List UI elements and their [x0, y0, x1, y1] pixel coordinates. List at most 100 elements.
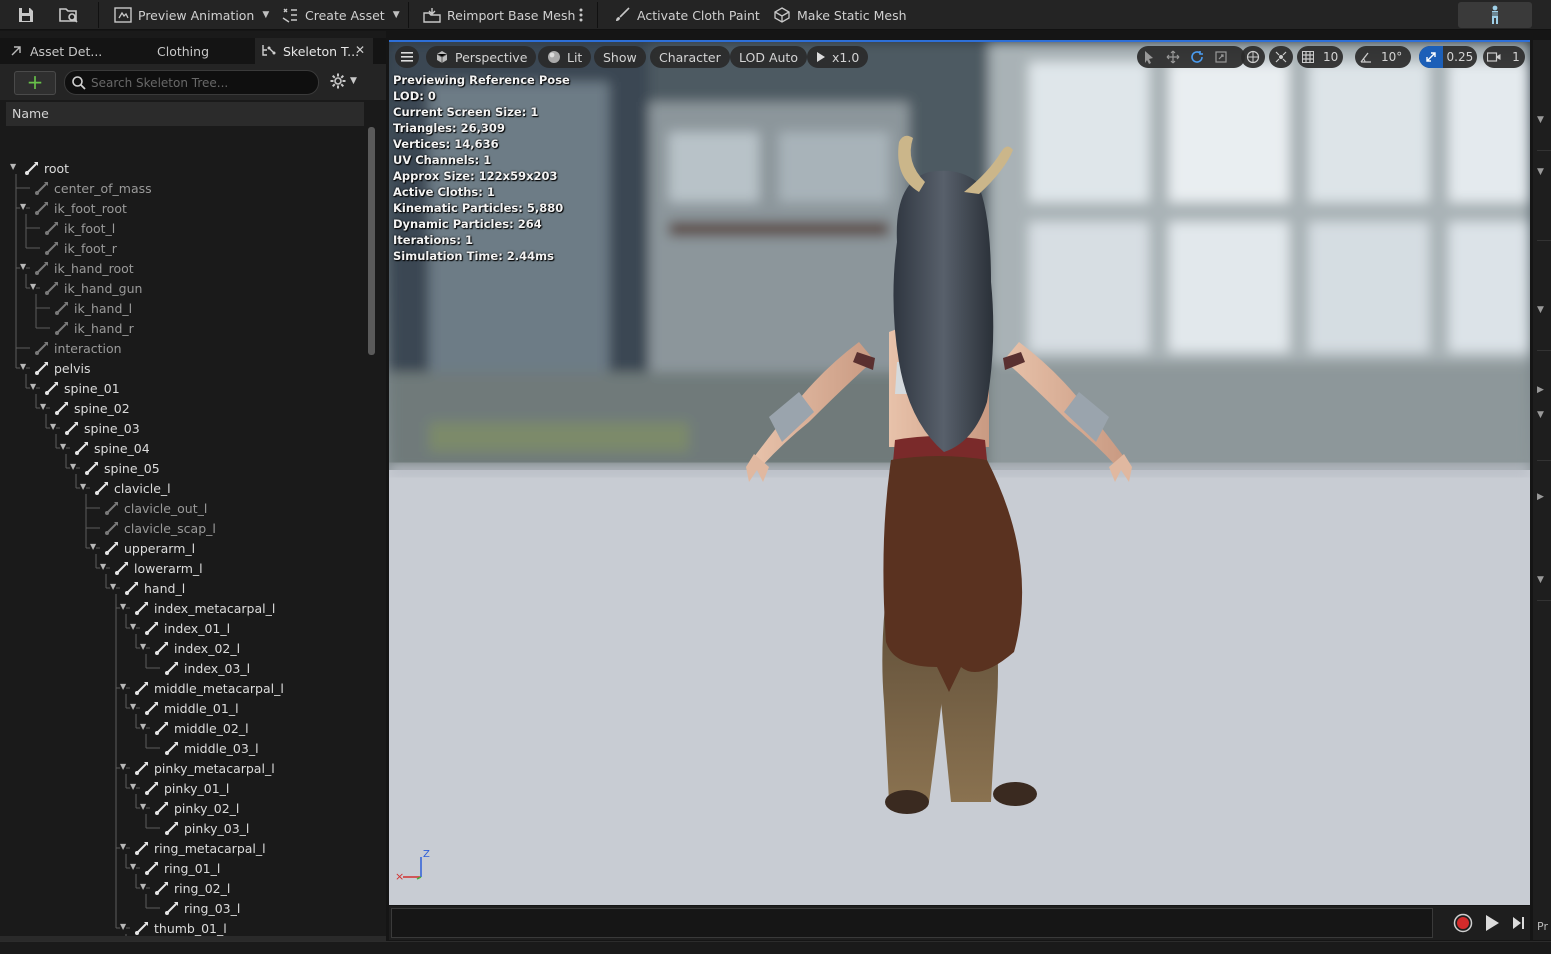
viewport-options-button[interactable] — [395, 46, 419, 68]
rotation-snap-group[interactable]: 10° — [1355, 46, 1411, 68]
tree-row-spine-05[interactable]: ▼ spine_05 — [0, 458, 366, 478]
record-icon[interactable] — [1453, 913, 1473, 933]
create-asset-button[interactable]: Create Asset ▼ — [281, 3, 400, 27]
perspective-button[interactable]: Perspective — [426, 46, 537, 68]
tree-row-middle-02-l[interactable]: ▼ middle_02_l — [0, 718, 366, 738]
chevron-right-icon[interactable]: ▶ — [1537, 385, 1544, 395]
preview-animation-button[interactable]: Preview Animation ▼ — [114, 3, 269, 27]
translate-icon[interactable] — [1161, 46, 1185, 68]
expand-arrow-icon[interactable]: ▼ — [30, 382, 37, 391]
chevron-right-icon[interactable]: ▶ — [1537, 492, 1544, 502]
surface-snap-toggle[interactable] — [1269, 46, 1293, 68]
play-icon[interactable] — [1482, 913, 1502, 933]
tab-asset-details[interactable]: Asset Det... — [0, 38, 125, 64]
expand-arrow-icon[interactable]: ▼ — [130, 782, 137, 791]
activate-cloth-paint-button[interactable]: Activate Cloth Paint — [613, 3, 760, 27]
tree-row-ik-hand-root[interactable]: ▼ ik_hand_root — [0, 258, 366, 278]
timeline-scrubber[interactable] — [391, 908, 1433, 938]
expand-arrow-icon[interactable]: ▼ — [30, 282, 37, 291]
expand-arrow-icon[interactable]: ▼ — [100, 562, 107, 571]
select-mode-icon[interactable] — [1137, 46, 1161, 68]
expand-arrow-icon[interactable]: ▼ — [130, 702, 137, 711]
tree-row-index-metacarpal-l[interactable]: ▼ index_metacarpal_l — [0, 598, 366, 618]
expand-arrow-icon[interactable]: ▼ — [50, 422, 57, 431]
save-icon[interactable] — [14, 4, 38, 26]
tree-row-index-02-l[interactable]: ▼ index_02_l — [0, 638, 366, 658]
lod-button[interactable]: LOD Auto — [730, 46, 807, 68]
search-input[interactable] — [91, 74, 311, 92]
make-static-mesh-button[interactable]: Make Static Mesh — [773, 3, 907, 27]
expand-arrow-icon[interactable]: ▼ — [120, 842, 127, 851]
tree-row-middle-metacarpal-l[interactable]: ▼ middle_metacarpal_l — [0, 678, 366, 698]
tree-row-clavicle-scap-l[interactable]: clavicle_scap_l — [0, 518, 366, 538]
expand-arrow-icon[interactable]: ▼ — [110, 582, 117, 591]
tree-row-index-01-l[interactable]: ▼ index_01_l — [0, 618, 366, 638]
tree-row-upperarm-l[interactable]: ▼ upperarm_l — [0, 538, 366, 558]
expand-arrow-icon[interactable]: ▼ — [120, 922, 127, 931]
chevron-down-icon[interactable]: ▼ — [1537, 167, 1544, 177]
expand-arrow-icon[interactable]: ▼ — [120, 682, 127, 691]
tree-row-thumb-01-l[interactable]: ▼ thumb_01_l — [0, 918, 366, 936]
expand-arrow-icon[interactable]: ▼ — [80, 482, 87, 491]
expand-arrow-icon[interactable]: ▼ — [40, 402, 47, 411]
scale-icon[interactable] — [1209, 46, 1233, 68]
tree-row-pinky-03-l[interactable]: pinky_03_l — [0, 818, 366, 838]
expand-arrow-icon[interactable]: ▼ — [20, 262, 27, 271]
chevron-down-icon[interactable]: ▼ — [1537, 115, 1544, 125]
tree-row-ik-foot-r[interactable]: ik_foot_r — [0, 238, 366, 258]
tree-row-hand-l[interactable]: ▼ hand_l — [0, 578, 366, 598]
expand-arrow-icon[interactable]: ▼ — [20, 362, 27, 371]
expand-arrow-icon[interactable]: ▼ — [20, 202, 27, 211]
tree-row-ring-03-l[interactable]: ring_03_l — [0, 898, 366, 918]
tree-row-spine-02[interactable]: ▼ spine_02 — [0, 398, 366, 418]
tree-row-ring-02-l[interactable]: ▼ ring_02_l — [0, 878, 366, 898]
tree-row-lowerarm-l[interactable]: ▼ lowerarm_l — [0, 558, 366, 578]
tree-row-pinky-metacarpal-l[interactable]: ▼ pinky_metacarpal_l — [0, 758, 366, 778]
skeleton-mode-button[interactable] — [1458, 2, 1532, 28]
tree-scrollbar[interactable] — [368, 127, 375, 355]
tab-skeleton-tree[interactable]: Skeleton T... ✕ — [255, 38, 373, 64]
expand-arrow-icon[interactable]: ▼ — [140, 722, 147, 731]
lit-button[interactable]: Lit — [538, 46, 592, 68]
more-options-icon[interactable] — [572, 4, 590, 26]
expand-arrow-icon[interactable]: ▼ — [120, 762, 127, 771]
world-local-toggle[interactable] — [1241, 46, 1265, 68]
step-forward-icon[interactable] — [1508, 913, 1528, 933]
tree-row-spine-01[interactable]: ▼ spine_01 — [0, 378, 366, 398]
tree-row-ik-hand-r[interactable]: ik_hand_r — [0, 318, 366, 338]
chevron-down-icon[interactable]: ▼ — [1537, 410, 1544, 420]
tab-clothing[interactable]: Clothing — [125, 38, 255, 64]
tree-settings-button[interactable]: ▼ — [330, 73, 357, 89]
tree-row-ring-01-l[interactable]: ▼ ring_01_l — [0, 858, 366, 878]
tree-row-pinky-02-l[interactable]: ▼ pinky_02_l — [0, 798, 366, 818]
tree-row-center-of-mass[interactable]: center_of_mass — [0, 178, 366, 198]
tree-row-pelvis[interactable]: ▼ pelvis — [0, 358, 366, 378]
browse-asset-icon[interactable] — [57, 4, 81, 26]
expand-arrow-icon[interactable]: ▼ — [130, 862, 137, 871]
tree-row-middle-03-l[interactable]: middle_03_l — [0, 738, 366, 758]
tree-row-clavicle-l[interactable]: ▼ clavicle_l — [0, 478, 366, 498]
expand-arrow-icon[interactable]: ▼ — [140, 882, 147, 891]
tree-row-ik-foot-root[interactable]: ▼ ik_foot_root — [0, 198, 366, 218]
tree-row-ik-hand-l[interactable]: ik_hand_l — [0, 298, 366, 318]
add-bone-button[interactable]: + — [14, 71, 56, 95]
scale-snap-group[interactable]: 0.25 — [1419, 46, 1477, 68]
tree-row-spine-03[interactable]: ▼ spine_03 — [0, 418, 366, 438]
expand-arrow-icon[interactable]: ▼ — [130, 622, 137, 631]
expand-arrow-icon[interactable]: ▼ — [60, 442, 67, 451]
rotate-icon[interactable] — [1185, 46, 1209, 68]
expand-arrow-icon[interactable]: ▼ — [120, 602, 127, 611]
tree-row-middle-01-l[interactable]: ▼ middle_01_l — [0, 698, 366, 718]
preview-viewport[interactable]: Perspective Lit Show Character LOD Auto … — [389, 40, 1530, 905]
character-button[interactable]: Character — [650, 46, 730, 68]
tree-row-interaction[interactable]: interaction — [0, 338, 366, 358]
camera-speed-group[interactable]: 1 — [1483, 46, 1525, 68]
expand-arrow-icon[interactable]: ▼ — [140, 802, 147, 811]
chevron-down-icon[interactable]: ▼ — [1537, 305, 1544, 315]
search-box[interactable] — [64, 70, 319, 95]
expand-arrow-icon[interactable]: ▼ — [10, 162, 17, 171]
grid-snap-group[interactable]: 10 — [1297, 46, 1343, 68]
expand-arrow-icon[interactable]: ▼ — [140, 642, 147, 651]
tree-row-pinky-01-l[interactable]: ▼ pinky_01_l — [0, 778, 366, 798]
close-icon[interactable]: ✕ — [355, 43, 365, 57]
